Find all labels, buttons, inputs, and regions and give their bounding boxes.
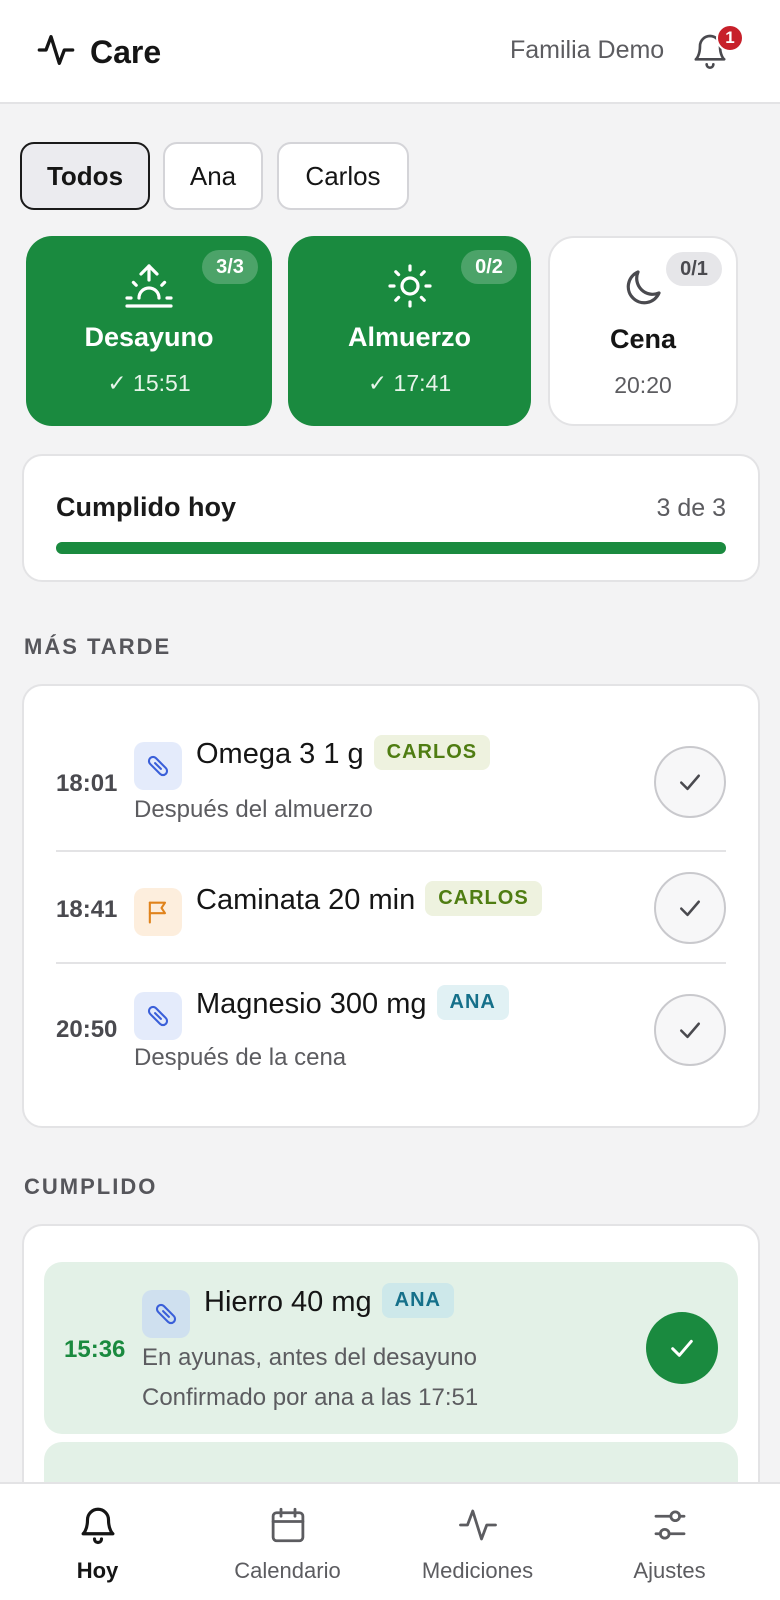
check-icon: [680, 900, 700, 917]
meal-time: ✓ 17:41: [367, 370, 452, 396]
meal-count-badge: 0/1: [666, 252, 722, 286]
task-title: Caminata 20 min CARLOS: [196, 881, 542, 919]
meal-name: Desayuno: [84, 322, 214, 352]
task-title-text: Omega 3 1 g: [196, 738, 364, 771]
meal-time: ✓ 15:51: [107, 370, 191, 396]
task-title: Magnesio 300 mg ANA: [196, 985, 509, 1023]
meal-count-badge: 3/3: [202, 250, 258, 284]
done-task-list: 15:36 Hierro 40 mg ANA En ayunas, antes d…: [22, 1224, 760, 1524]
notification-badge: 1: [716, 24, 744, 52]
section-heading-later: MÁS TARDE: [24, 634, 172, 659]
nav-label: Calendario: [234, 1558, 341, 1583]
bell-icon: [690, 34, 730, 76]
family-name[interactable]: Familia Demo: [510, 36, 664, 65]
nav-item-calendario[interactable]: Calendario: [190, 1484, 385, 1600]
moon-icon: [619, 264, 667, 312]
nav-label: Mediciones: [421, 1558, 534, 1583]
nav-item-mediciones[interactable]: Mediciones: [380, 1484, 575, 1600]
person-tag: CARLOS: [373, 735, 491, 770]
activity-icon: [458, 1509, 497, 1541]
nav-item-hoy[interactable]: Hoy: [0, 1484, 195, 1600]
activity-logo-icon: [36, 30, 76, 75]
pill-icon: [134, 742, 182, 790]
undo-done-button[interactable]: [646, 1312, 718, 1384]
progress-count: 3 de 3: [656, 494, 726, 522]
app-title: Care: [90, 34, 162, 70]
task-title-text: Hierro 40 mg: [204, 1286, 372, 1319]
bell-icon: [81, 1507, 114, 1545]
mark-done-button[interactable]: [654, 872, 726, 944]
filter-chip-ana[interactable]: Ana: [163, 142, 263, 210]
later-task-list: 18:01 Omega 3 1 g CARLOS Después del almu…: [22, 684, 760, 1128]
flag-icon: [134, 888, 182, 936]
sun-icon: [386, 262, 434, 310]
person-tag: ANA: [436, 985, 509, 1020]
task-subtitle: Después del almuerzo: [134, 796, 373, 823]
meal-name: Cena: [609, 324, 677, 354]
task-subtitle: En ayunas, antes del desayuno: [142, 1344, 477, 1371]
bottom-navigation: Hoy Calendario Mediciones Ajustes: [0, 1482, 780, 1600]
section-heading-done: CUMPLIDO: [24, 1174, 158, 1199]
brand[interactable]: Care: [36, 30, 161, 75]
meal-count-badge: 0/2: [461, 250, 517, 284]
nav-label: Ajustes: [633, 1558, 706, 1583]
check-icon: [680, 1022, 700, 1039]
mark-done-button[interactable]: [654, 746, 726, 818]
task-time: 20:50: [56, 1016, 118, 1043]
task-time: 18:41: [56, 896, 118, 923]
confirmation-text: Confirmado por ana a las 17:51: [142, 1384, 479, 1411]
list-item[interactable]: 15:36 Hierro 40 mg ANA En ayunas, antes d…: [44, 1262, 738, 1434]
nav-item-ajustes[interactable]: Ajustes: [572, 1484, 767, 1600]
meal-card-desayuno[interactable]: 3/3 Desayuno ✓ 15:51: [26, 236, 272, 426]
pill-icon: [142, 1290, 190, 1338]
progress-bar: [56, 542, 726, 554]
task-title: Omega 3 1 g CARLOS: [196, 735, 491, 773]
list-item[interactable]: 18:41 Caminata 20 min CARLOS: [56, 852, 726, 962]
meal-name: Almuerzo: [347, 322, 472, 352]
pill-icon: [134, 992, 182, 1040]
notifications-button[interactable]: 1: [690, 24, 744, 76]
progress-title: Cumplido hoy: [56, 492, 236, 522]
mark-done-button[interactable]: [654, 994, 726, 1066]
meal-card-almuerzo[interactable]: 0/2 Almuerzo ✓ 17:41: [288, 236, 531, 426]
task-time: 18:01: [56, 770, 118, 797]
list-item[interactable]: 18:01 Omega 3 1 g CARLOS Después del almu…: [56, 726, 726, 856]
task-time: 15:36: [64, 1336, 126, 1363]
nav-label: Hoy: [76, 1558, 119, 1583]
task-title: Hierro 40 mg ANA: [204, 1283, 454, 1321]
meal-time: 20:20: [614, 372, 672, 398]
top-app-bar: Care Familia Demo 1: [0, 0, 780, 104]
sliders-icon: [654, 1510, 685, 1540]
person-tag: CARLOS: [425, 881, 542, 916]
daily-progress-card: Cumplido hoy 3 de 3: [22, 454, 760, 582]
check-icon: [671, 1339, 693, 1357]
check-icon: [680, 774, 700, 791]
list-item[interactable]: 20:50 Magnesio 300 mg ANA Después de la c…: [56, 964, 726, 1094]
progress-bar-fill: [56, 542, 726, 554]
task-title-text: Magnesio 300 mg: [196, 988, 427, 1021]
person-tag: ANA: [381, 1283, 454, 1318]
calendar-icon: [271, 1507, 304, 1543]
filter-chip-todos[interactable]: Todos: [20, 142, 150, 210]
filter-chip-carlos[interactable]: Carlos: [277, 142, 409, 210]
sunrise-icon: [125, 262, 173, 310]
task-subtitle: Después de la cena: [134, 1044, 347, 1071]
task-title-text: Caminata 20 min: [196, 884, 416, 917]
meal-card-cena[interactable]: 0/1 Cena 20:20: [548, 236, 738, 426]
